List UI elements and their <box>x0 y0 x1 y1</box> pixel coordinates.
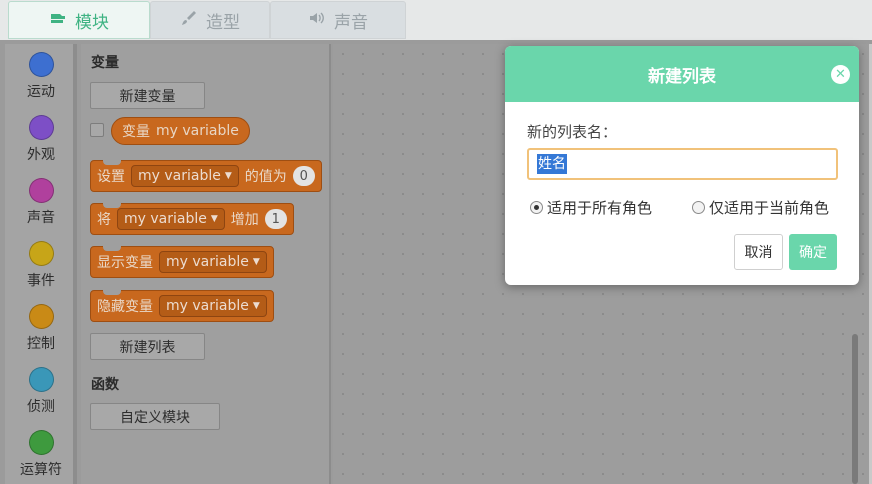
operators-color-dot <box>28 430 54 455</box>
block-palette: 变量 新建变量 变量 my variable 设置 my variable ▼ … <box>81 44 331 484</box>
radio-all-sprites[interactable]: 适用于所有角色 <box>530 197 652 218</box>
list-name-input[interactable] <box>527 148 838 180</box>
category-label: 声音 <box>27 210 55 226</box>
blocks-icon <box>49 9 67 32</box>
new-list-button[interactable]: 新建列表 <box>90 333 205 360</box>
category-list: 运动 外观 声音 事件 控制 侦测 运算符 <box>5 44 77 484</box>
category-motion[interactable]: 运动 <box>5 52 77 101</box>
category-sound[interactable]: 声音 <box>5 178 77 227</box>
chevron-down-icon: ▼ <box>252 257 260 267</box>
chevron-down-icon: ▼ <box>210 214 218 224</box>
variable-reporter-block[interactable]: 变量 my variable <box>111 117 250 145</box>
speaker-icon <box>308 9 326 32</box>
category-looks[interactable]: 外观 <box>5 115 77 164</box>
block-text: 的值为 <box>244 169 287 185</box>
set-variable-block[interactable]: 设置 my variable ▼ 的值为 0 <box>90 160 322 192</box>
list-name-label: 新的列表名： <box>527 123 618 141</box>
dropdown-value: my variable <box>138 168 221 184</box>
block-notch <box>103 203 121 208</box>
cancel-button[interactable]: 取消 <box>734 234 783 270</box>
block-text: 增加 <box>230 212 259 228</box>
category-label: 外观 <box>27 147 55 163</box>
variables-section-title: 变量 <box>91 55 119 71</box>
variable-visibility-checkbox[interactable] <box>90 123 104 137</box>
category-sensing[interactable]: 侦测 <box>5 367 77 416</box>
block-text: 显示变量 <box>97 255 153 271</box>
events-color-dot <box>28 241 54 266</box>
value-input[interactable]: 0 <box>292 166 315 186</box>
chevron-down-icon: ▼ <box>224 171 232 181</box>
close-icon[interactable]: ✕ <box>831 65 850 84</box>
variable-dropdown[interactable]: my variable ▼ <box>159 295 267 317</box>
functions-section-title: 函数 <box>91 377 119 393</box>
looks-color-dot <box>28 115 54 140</box>
category-label: 运动 <box>27 84 55 100</box>
variable-dropdown[interactable]: my variable ▼ <box>159 251 267 273</box>
sound-color-dot <box>28 178 54 203</box>
tab-costumes[interactable]: 造型 <box>150 1 270 39</box>
radio-button-unchecked[interactable] <box>692 201 705 214</box>
dialog-header: 新建列表 ✕ <box>505 46 859 102</box>
custom-block-button[interactable]: 自定义模块 <box>90 403 220 430</box>
category-label: 侦测 <box>27 399 55 415</box>
value-input[interactable]: 1 <box>264 209 287 229</box>
category-operators[interactable]: 运算符 <box>5 430 77 479</box>
scripts-scrollbar[interactable] <box>852 334 858 484</box>
ok-button[interactable]: 确定 <box>789 234 837 270</box>
reporter-prefix: 变量 <box>122 124 150 140</box>
reporter-name: my variable <box>156 123 239 139</box>
dropdown-value: my variable <box>124 211 207 227</box>
control-color-dot <box>28 304 54 329</box>
tab-label: 模块 <box>75 12 109 33</box>
radio-label: 适用于所有角色 <box>547 199 653 217</box>
dropdown-value: my variable <box>166 298 249 314</box>
radio-this-sprite-only[interactable]: 仅适用于当前角色 <box>692 197 829 218</box>
tab-label: 声音 <box>334 12 368 33</box>
category-label: 运算符 <box>20 462 62 478</box>
block-text: 将 <box>97 212 111 228</box>
tab-label: 造型 <box>206 12 240 33</box>
tab-bar: 模块 造型 声音 <box>0 0 872 44</box>
variable-dropdown[interactable]: my variable ▼ <box>117 208 225 230</box>
new-list-dialog: 新建列表 ✕ 新的列表名： 姓名 适用于所有角色 仅适用于当前角色 取消 确定 <box>505 46 859 285</box>
show-variable-block[interactable]: 显示变量 my variable ▼ <box>90 246 274 278</box>
block-notch <box>103 290 121 295</box>
category-events[interactable]: 事件 <box>5 241 77 290</box>
block-text: 隐藏变量 <box>97 299 153 315</box>
block-text: 设置 <box>97 169 125 185</box>
sensing-color-dot <box>28 367 54 392</box>
tab-blocks[interactable]: 模块 <box>8 1 150 39</box>
selected-input-text: 姓名 <box>537 154 567 174</box>
brush-icon <box>180 9 198 32</box>
new-variable-button[interactable]: 新建变量 <box>90 82 205 109</box>
hide-variable-block[interactable]: 隐藏变量 my variable ▼ <box>90 290 274 322</box>
dialog-title: 新建列表 <box>648 66 716 87</box>
dropdown-value: my variable <box>166 254 249 270</box>
change-variable-block[interactable]: 将 my variable ▼ 增加 1 <box>90 203 294 235</box>
motion-color-dot <box>28 52 54 77</box>
category-label: 事件 <box>27 273 55 289</box>
block-notch <box>103 246 121 251</box>
chevron-down-icon: ▼ <box>252 301 260 311</box>
radio-label: 仅适用于当前角色 <box>709 199 830 217</box>
tab-sounds[interactable]: 声音 <box>270 1 406 39</box>
category-label: 控制 <box>27 336 55 352</box>
category-control[interactable]: 控制 <box>5 304 77 353</box>
variable-dropdown[interactable]: my variable ▼ <box>131 165 239 187</box>
radio-button-checked[interactable] <box>530 201 543 214</box>
block-notch <box>103 160 121 165</box>
